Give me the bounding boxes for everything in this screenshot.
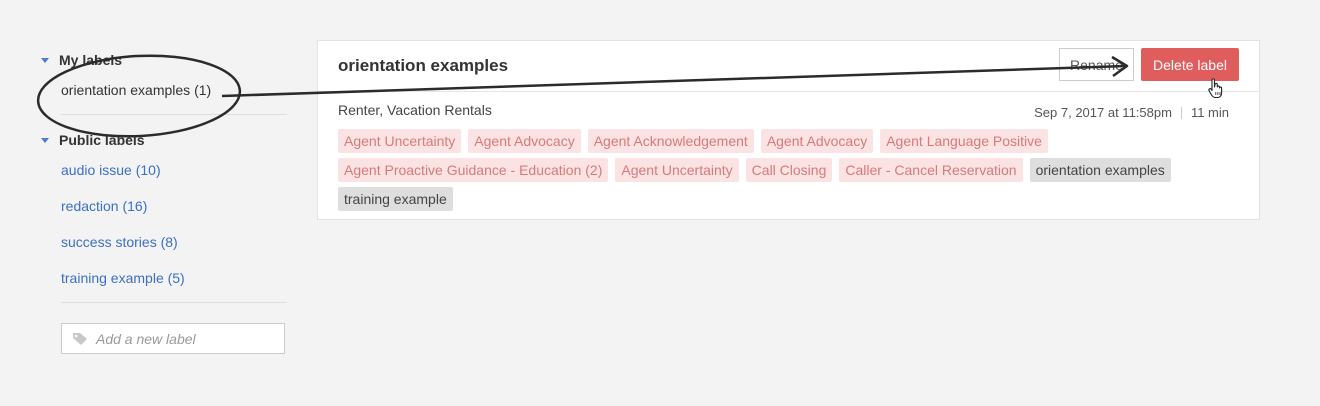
tag-chip[interactable]: Agent Uncertainty	[338, 129, 462, 153]
tag-chip[interactable]: Agent Uncertainty	[615, 158, 739, 182]
call-date: Sep 7, 2017 at 11:58pm	[1034, 105, 1172, 120]
card-header: orientation examples Rename Delete label	[318, 41, 1259, 92]
rename-button[interactable]: Rename	[1059, 48, 1134, 81]
public-labels-title: Public labels	[59, 132, 145, 148]
labels-sidebar: My labels orientation examples (1) Publi…	[38, 48, 288, 354]
call-duration: 11 min	[1190, 105, 1229, 120]
add-label-placeholder: Add a new label	[96, 330, 196, 347]
tag-chip[interactable]: Agent Proactive Guidance - Education (2)	[338, 158, 609, 182]
tag-chip[interactable]: Caller - Cancel Reservation	[839, 158, 1023, 182]
my-labels-header[interactable]: My labels	[38, 48, 288, 72]
caret-down-icon	[41, 137, 49, 143]
tag-list: Agent Uncertainty Agent Advocacy Agent Ack…	[338, 129, 1218, 216]
sidebar-item-training-example[interactable]: training example (5)	[38, 260, 288, 296]
call-meta: Sep 7, 2017 at 11:58pm 11 min	[1034, 105, 1229, 120]
tag-chip[interactable]: training example	[338, 187, 453, 211]
sidebar-item-success-stories[interactable]: success stories (8)	[38, 224, 288, 260]
tag-chip[interactable]: Agent Advocacy	[468, 129, 581, 153]
tag-chip[interactable]: Agent Advocacy	[760, 129, 874, 153]
sidebar-item-orientation-examples[interactable]: orientation examples (1)	[38, 72, 288, 108]
public-labels-header[interactable]: Public labels	[38, 128, 288, 152]
meta-separator	[1180, 106, 1182, 119]
tag-chip[interactable]: Agent Acknowledgement	[587, 129, 754, 153]
call-title-link[interactable]: Renter, Vacation Rentals	[338, 102, 492, 118]
caret-down-icon	[41, 57, 49, 63]
sidebar-item-audio-issue[interactable]: audio issue (10)	[38, 152, 288, 188]
tag-chip[interactable]: Agent Language Positive	[880, 129, 1048, 153]
tag-chip[interactable]: orientation examples	[1029, 158, 1171, 182]
sidebar-item-redaction[interactable]: redaction (16)	[38, 188, 288, 224]
delete-label-button[interactable]: Delete label	[1141, 48, 1239, 81]
add-label-input[interactable]: Add a new label	[61, 323, 285, 354]
divider	[61, 114, 287, 115]
label-detail-card: orientation examples Rename Delete label…	[317, 40, 1260, 220]
divider	[61, 302, 287, 303]
page-title: orientation examples	[338, 56, 509, 75]
tag-chip[interactable]: Call Closing	[745, 158, 833, 182]
tag-icon	[73, 332, 87, 345]
my-labels-title: My labels	[59, 52, 123, 68]
